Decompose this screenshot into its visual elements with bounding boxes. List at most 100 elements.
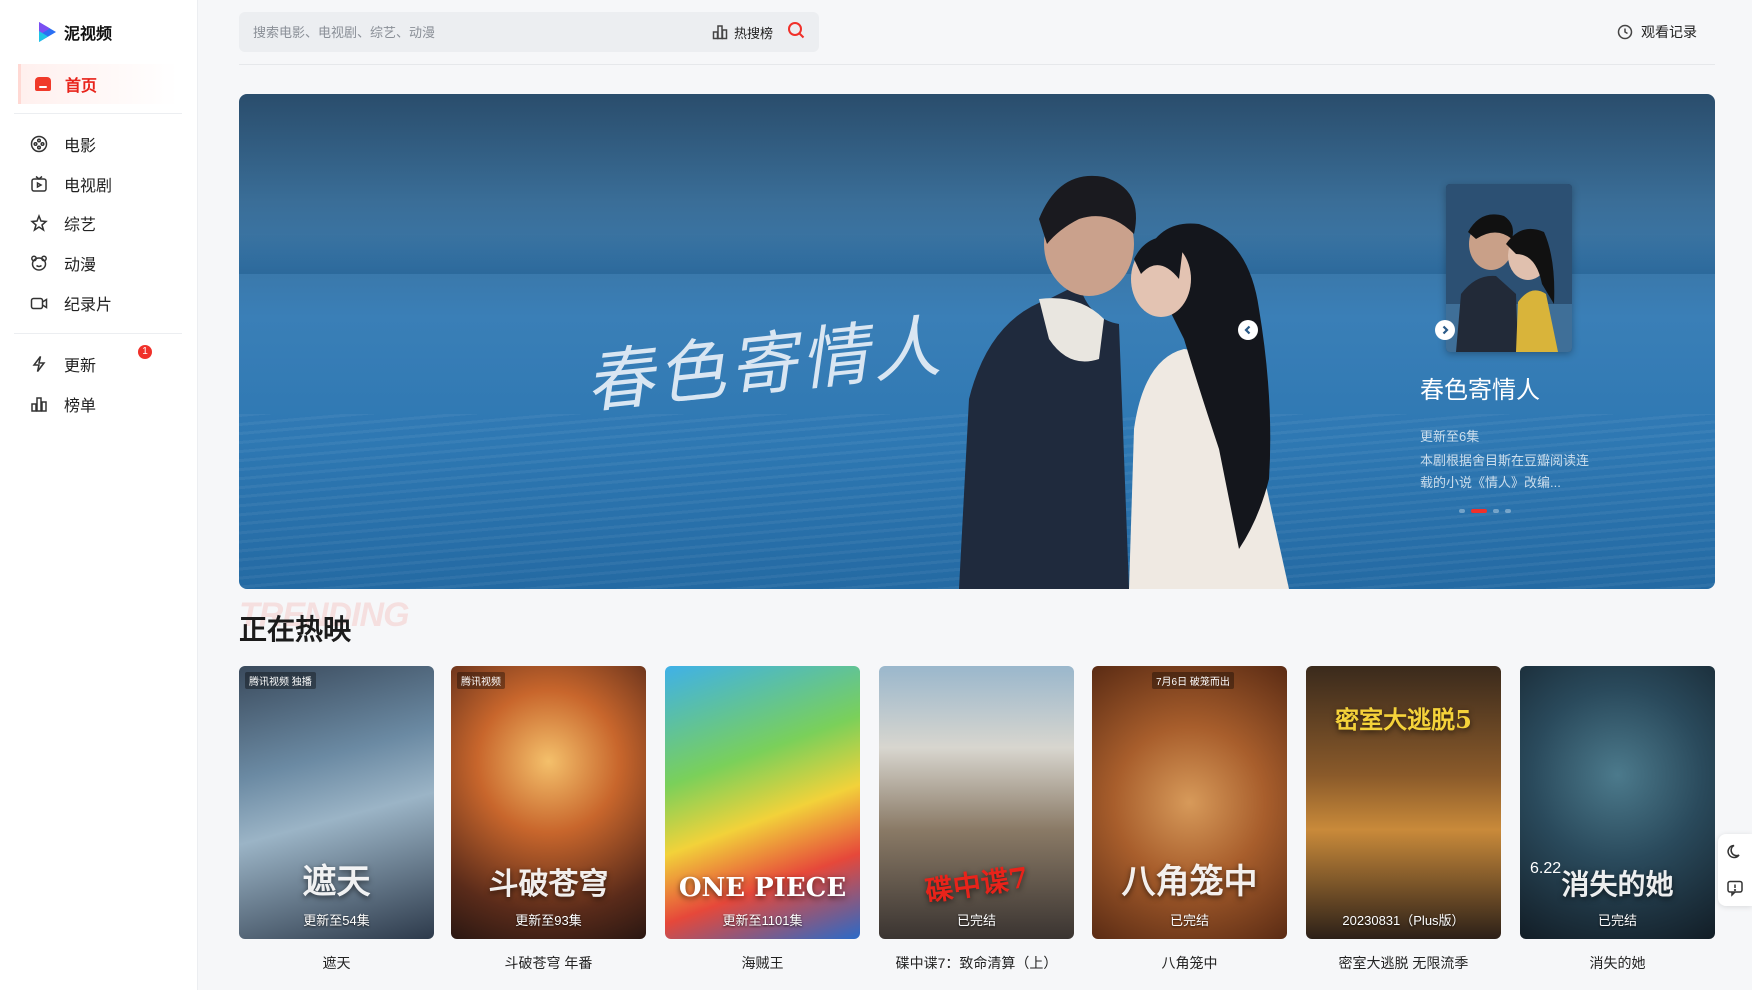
tv-icon (31, 175, 47, 192)
home-icon (35, 77, 51, 91)
card-title[interactable]: 消失的她 (1520, 953, 1715, 973)
camera-icon (30, 297, 48, 310)
pagination-dot[interactable] (1459, 509, 1465, 513)
floating-toolbar (1718, 834, 1752, 906)
hot-search-button[interactable]: 热搜榜 (712, 23, 773, 42)
watch-history-button[interactable]: 观看记录 (1617, 22, 1697, 42)
moon-icon[interactable] (1726, 843, 1744, 861)
media-card[interactable]: 腾讯视频 斗破苍穹 更新至93集 斗破苍穹 年番 (451, 666, 646, 973)
media-card[interactable]: 密室大逃脱5 20230831（Plus版） 密室大逃脱 无限流季 (1306, 666, 1501, 973)
episode-status: 20230831（Plus版） (1342, 913, 1465, 928)
episode-status: 更新至93集 (515, 913, 582, 928)
episode-status: 已完结 (956, 913, 996, 928)
banner-title[interactable]: 春色寄情人 (1420, 370, 1540, 405)
banner-couple-image (959, 175, 1289, 589)
banner-status: 更新至6集 (1420, 429, 1480, 444)
sidebar-item-label: 更新 (64, 358, 97, 375)
card-title[interactable]: 八角笼中 (1092, 953, 1287, 973)
episode-status: 更新至54集 (303, 913, 370, 928)
poster-tag: 7月6日 破笼而出 (1152, 672, 1234, 689)
banner-description: 本剧根据舍目斯在豆瓣阅读连载的小说《情人》改编... (1420, 453, 1590, 490)
poster-art-title: 消失的她 (1561, 868, 1674, 901)
search-icon (788, 21, 805, 38)
media-card[interactable]: ONE PIECE 更新至1101集 海贼王 (665, 666, 860, 973)
episode-status: 已完结 (1597, 913, 1637, 928)
sidebar-item-home[interactable]: 首页 (18, 64, 178, 104)
poster-art-title: 斗破苍穹 (488, 867, 609, 902)
bear-face-icon (31, 255, 47, 271)
star-icon (30, 214, 48, 232)
sidebar-item-label: 首页 (65, 78, 98, 95)
poster-art-title: 遮天 (302, 862, 371, 902)
banner-next-button[interactable] (1435, 320, 1455, 340)
media-card[interactable]: 7月6日 破笼而出 八角笼中 已完结 八角笼中 (1092, 666, 1287, 973)
divider (14, 333, 182, 334)
sidebar-item-label: 电影 (64, 138, 97, 155)
sidebar-item-label: 综艺 (64, 217, 97, 234)
header-divider (239, 64, 1715, 65)
poster[interactable]: 7月6日 破笼而出 八角笼中 已完结 (1092, 666, 1287, 939)
media-card[interactable]: 6.22 消失的她 已完结 消失的她 (1520, 666, 1715, 973)
logo-icon (39, 22, 56, 42)
divider (14, 113, 182, 114)
search-input[interactable] (253, 24, 712, 40)
poster-art-title: 密室大逃脱5 (1335, 705, 1472, 734)
search-button[interactable] (787, 21, 805, 44)
sidebar-item-label: 动漫 (64, 257, 97, 274)
card-title[interactable]: 密室大逃脱 无限流季 (1306, 953, 1501, 973)
logo[interactable]: 泥视频 (36, 20, 112, 44)
feedback-icon[interactable] (1726, 879, 1744, 897)
lightning-icon (32, 356, 46, 372)
card-title[interactable]: 碟中谍7：致命清算（上） (879, 953, 1074, 973)
chart-bars-icon (31, 397, 47, 412)
chevron-right-icon (1442, 325, 1449, 335)
pagination-dot[interactable] (1505, 509, 1511, 513)
section-title: 正在热映 (239, 614, 352, 645)
card-title[interactable]: 海贼王 (665, 953, 860, 973)
search-bar: 热搜榜 (239, 12, 819, 52)
card-title[interactable]: 斗破苍穹 年番 (451, 953, 646, 973)
pagination-dot-active[interactable] (1471, 509, 1487, 513)
poster-tag: 腾讯视频 独播 (245, 672, 316, 689)
hero-banner[interactable]: 春色寄情人 春色寄情人 更新至6集 本剧根据舍目斯在豆瓣阅读连载的小说《情人》改… (239, 94, 1715, 589)
pagination-dot[interactable] (1493, 509, 1499, 513)
sidebar-item-label: 纪录片 (64, 297, 113, 314)
thumbnail-image (1446, 184, 1572, 352)
poster-tag: 腾讯视频 (457, 672, 505, 689)
sidebar: 泥视频 首页 电影 电视剧 综艺 动漫 纪录片 更新 1 榜单 (0, 0, 198, 990)
banner-calligraphy-title: 春色寄情人 (581, 307, 948, 424)
sidebar-item-anime[interactable]: 动漫 (30, 249, 170, 277)
sidebar-item-documentary[interactable]: 纪录片 (30, 289, 170, 317)
poster-art-title: ONE PIECE (678, 873, 847, 903)
poster-art-title: 八角笼中 (1121, 862, 1258, 902)
logo-text: 泥视频 (64, 26, 113, 43)
sidebar-item-variety[interactable]: 综艺 (30, 209, 170, 237)
card-title[interactable]: 遮天 (239, 953, 434, 973)
sidebar-item-tv[interactable]: 电视剧 (30, 170, 170, 198)
clock-icon (1617, 24, 1633, 40)
chevron-left-icon (1244, 325, 1251, 335)
poster[interactable]: 腾讯视频 独播 遮天 更新至54集 (239, 666, 434, 939)
poster[interactable]: 腾讯视频 斗破苍穹 更新至93集 (451, 666, 646, 939)
hot-search-label: 热搜榜 (733, 25, 773, 41)
media-card[interactable]: 碟中谍7 已完结 碟中谍7：致命清算（上） (879, 666, 1074, 973)
banner-pagination (1459, 509, 1511, 513)
sidebar-item-ranking[interactable]: 榜单 (30, 390, 170, 418)
sidebar-item-label: 电视剧 (64, 178, 113, 195)
chart-bars-icon (712, 25, 728, 40)
episode-status: 已完结 (1169, 913, 1209, 928)
episode-status: 更新至1101集 (722, 913, 803, 928)
watch-history-label: 观看记录 (1641, 24, 1697, 40)
poster[interactable]: ONE PIECE 更新至1101集 (665, 666, 860, 939)
poster-art-title: 碟中谍7 (923, 860, 1031, 909)
updates-badge: 1 (138, 345, 152, 359)
sidebar-item-movie[interactable]: 电影 (30, 130, 170, 158)
film-reel-icon (30, 135, 48, 153)
sidebar-item-label: 榜单 (64, 398, 97, 415)
media-card[interactable]: 腾讯视频 独播 遮天 更新至54集 遮天 (239, 666, 434, 973)
poster[interactable]: 6.22 消失的她 已完结 (1520, 666, 1715, 939)
banner-prev-button[interactable] (1238, 320, 1258, 340)
poster[interactable]: 密室大逃脱5 20230831（Plus版） (1306, 666, 1501, 939)
poster[interactable]: 碟中谍7 已完结 (879, 666, 1074, 939)
banner-thumbnail[interactable] (1446, 184, 1572, 352)
